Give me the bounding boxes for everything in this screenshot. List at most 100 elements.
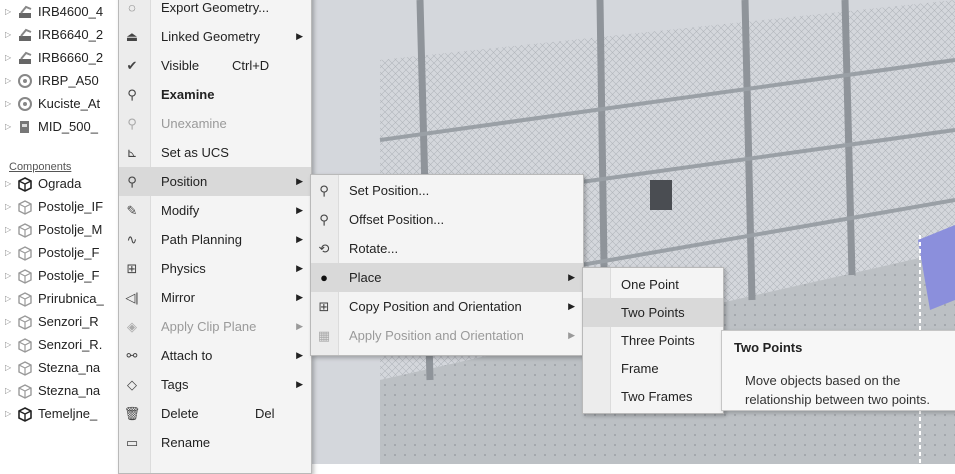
expand-arrow-icon[interactable]: ▷ xyxy=(5,99,13,108)
clip-plane-icon: ◈ xyxy=(127,318,137,334)
shortcut-label: Ctrl+D xyxy=(232,58,270,73)
tree-item[interactable]: ▷ IRBP_A50 xyxy=(0,69,118,92)
expand-arrow-icon[interactable]: ▷ xyxy=(5,225,13,234)
menu-item-rotate[interactable]: ⟲ Rotate... xyxy=(311,234,583,263)
tree-item-label: Stezna_na xyxy=(38,383,101,398)
submenu-arrow-icon: ▶ xyxy=(568,330,575,340)
menu-item-label: Set Position... xyxy=(349,183,430,198)
component-icon xyxy=(18,360,32,376)
path-planning-icon: ∿ xyxy=(126,231,138,247)
menu-item-two-points[interactable]: Two Points xyxy=(583,298,723,327)
tree-item[interactable]: ▷ IRB6640_2 xyxy=(0,23,118,46)
menu-item-mirror[interactable]: ◁| Mirror ▶ xyxy=(119,283,311,312)
menu-item-label: One Point xyxy=(621,277,679,292)
menu-item-place[interactable]: ● Place ▶ xyxy=(311,263,583,292)
expand-arrow-icon[interactable]: ▷ xyxy=(5,30,13,39)
tree-item[interactable]: ▷ IRB6660_2 xyxy=(0,46,118,69)
menu-item-label: Mirror xyxy=(161,290,195,305)
tree-item[interactable]: ▷ Postolje_F xyxy=(0,264,118,287)
menu-item-frame[interactable]: Frame xyxy=(583,354,723,383)
tree-item-label: Temeljne_ xyxy=(38,406,98,421)
tree-item-label: Ograda xyxy=(38,176,82,191)
tree-item[interactable]: ▷ IRB4600_4 xyxy=(0,0,118,23)
menu-item-label: Position xyxy=(161,174,208,189)
menu-item-label: Rotate... xyxy=(349,241,399,256)
tree-item[interactable]: ▷ Prirubnica_ xyxy=(0,287,118,310)
expand-arrow-icon[interactable]: ▷ xyxy=(5,363,13,372)
menu-item-label: Linked Geometry xyxy=(161,29,260,44)
tree-item[interactable]: ▷ Postolje_IF xyxy=(0,195,118,218)
submenu-arrow-icon: ▶ xyxy=(568,301,575,311)
expand-arrow-icon[interactable]: ▷ xyxy=(5,317,13,326)
expand-arrow-icon[interactable]: ▷ xyxy=(5,248,13,257)
expand-arrow-icon[interactable]: ▷ xyxy=(5,53,13,62)
tree-item-label: MID_500_ xyxy=(38,119,98,134)
menu-item-modify[interactable]: ✎ Modify ▶ xyxy=(119,196,311,225)
submenu-arrow-icon: ▶ xyxy=(568,272,575,282)
menu-item-apply-position-orientation[interactable]: ▦ Apply Position and Orientation ▶ xyxy=(311,321,583,350)
robot-icon xyxy=(19,28,32,41)
tree-item-label: Senzori_R xyxy=(38,314,99,329)
menu-item-set-as-ucs[interactable]: ⊾ Set as UCS xyxy=(119,138,311,167)
tree-item[interactable]: ▷ Postolje_M xyxy=(0,218,118,241)
menu-item-three-points[interactable]: Three Points xyxy=(583,326,723,355)
tree-item-label: Postolje_IF xyxy=(38,199,104,214)
menu-item-physics[interactable]: ⊞ Physics ▶ xyxy=(119,254,311,283)
menu-item-label: Place xyxy=(349,270,382,285)
tooltip-title: Two Points xyxy=(734,340,803,355)
expand-arrow-icon[interactable]: ▷ xyxy=(5,409,13,418)
tree-item[interactable]: ▷ Kuciste_At xyxy=(0,92,118,115)
menu-item-attach-to[interactable]: ⚯ Attach to ▶ xyxy=(119,341,311,370)
submenu-arrow-icon: ▶ xyxy=(296,379,303,389)
modify-icon: ✎ xyxy=(126,202,138,218)
menu-item-apply-clip-plane[interactable]: ◈ Apply Clip Plane ▶ xyxy=(119,312,311,341)
component-icon xyxy=(18,406,32,422)
menu-item-visible[interactable]: ✔ Visible Ctrl+D xyxy=(119,51,311,80)
menu-item-two-frames[interactable]: Two Frames xyxy=(583,382,723,411)
expand-arrow-icon[interactable]: ▷ xyxy=(5,179,13,188)
physics-icon: ⊞ xyxy=(126,260,138,276)
menu-item-copy-position-orientation[interactable]: ⊞ Copy Position and Orientation ▶ xyxy=(311,292,583,321)
tree-item[interactable]: ▷ Postolje_F xyxy=(0,241,118,264)
tree-item[interactable]: ▷ Senzori_R. xyxy=(0,333,118,356)
tree-item-label: Postolje_M xyxy=(38,222,103,237)
menu-item-unexamine[interactable]: ⚲ Unexamine xyxy=(119,109,311,138)
menu-item-position[interactable]: ⚲ Position ▶ xyxy=(119,167,311,196)
menu-item-set-position[interactable]: ⚲ Set Position... xyxy=(311,176,583,205)
expand-arrow-icon[interactable]: ▷ xyxy=(5,76,13,85)
menu-item-one-point[interactable]: One Point xyxy=(583,270,723,299)
menu-item-rename[interactable]: ▭ Rename xyxy=(119,428,311,457)
expand-arrow-icon[interactable]: ▷ xyxy=(5,7,13,16)
rename-icon: ▭ xyxy=(125,434,139,450)
menu-item-examine[interactable]: ⚲ Examine xyxy=(119,80,311,109)
expand-arrow-icon[interactable]: ▷ xyxy=(5,271,13,280)
tree-item-label: IRB6640_2 xyxy=(38,27,104,42)
component-icon xyxy=(18,337,32,353)
set-position-icon: ⚲ xyxy=(319,182,329,198)
welder-icon xyxy=(20,120,29,133)
menu-item-export-geometry[interactable]: ◌ Export Geometry... xyxy=(119,0,311,22)
tree-item-label: IRB6660_2 xyxy=(38,50,104,65)
tree-item[interactable]: ▷ MID_500_ xyxy=(0,115,118,138)
positioner-icon xyxy=(18,73,32,88)
expand-arrow-icon[interactable]: ▷ xyxy=(5,202,13,211)
expand-arrow-icon[interactable]: ▷ xyxy=(5,340,13,349)
menu-item-linked-geometry[interactable]: ⏏ Linked Geometry ▶ xyxy=(119,22,311,51)
tree-item[interactable]: ▷ Temeljne_ xyxy=(0,402,118,425)
submenu-arrow-icon: ▶ xyxy=(296,321,303,331)
tree-item[interactable]: ▷ Stezna_na xyxy=(0,356,118,379)
menu-item-tags[interactable]: ◇ Tags ▶ xyxy=(119,370,311,399)
menu-item-label: Delete xyxy=(161,406,199,421)
tree-item[interactable]: ▷ Senzori_R xyxy=(0,310,118,333)
menu-item-offset-position[interactable]: ⚲ Offset Position... xyxy=(311,205,583,234)
menu-item-label: Examine xyxy=(161,87,215,102)
submenu-arrow-icon: ▶ xyxy=(296,31,303,41)
expand-arrow-icon[interactable]: ▷ xyxy=(5,122,13,131)
layout-tree-panel: ▷ IRB4600_4 ▷ IRB6640_2 ▷ IRB6660_2 ▷ IR… xyxy=(0,0,118,464)
menu-item-delete[interactable]: 🗑 Delete Del xyxy=(119,399,311,428)
menu-item-path-planning[interactable]: ∿ Path Planning ▶ xyxy=(119,225,311,254)
expand-arrow-icon[interactable]: ▷ xyxy=(5,386,13,395)
tree-item[interactable]: ▷ Ograda xyxy=(0,172,118,195)
tree-item[interactable]: ▷ Stezna_na xyxy=(0,379,118,402)
expand-arrow-icon[interactable]: ▷ xyxy=(5,294,13,303)
